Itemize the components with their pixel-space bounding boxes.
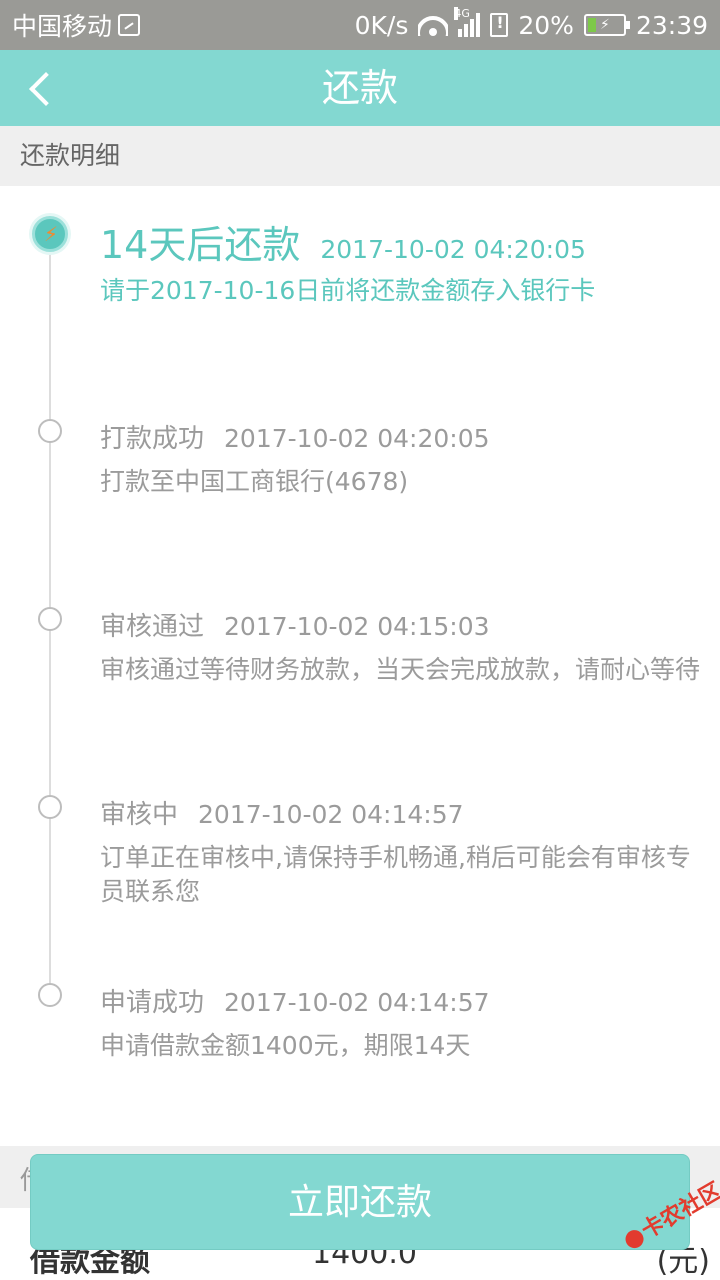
timeline-dot	[38, 607, 62, 631]
timeline-time: 2017-10-02 04:14:57	[198, 800, 464, 829]
sim-icon	[118, 14, 141, 36]
timeline-time: 2017-10-02 04:15:03	[224, 612, 490, 641]
carrier-name: 中国移动	[12, 12, 113, 41]
timeline-time: 2017-10-02 04:20:05	[320, 235, 586, 264]
timeline-title: 审核通过	[100, 612, 205, 642]
timeline-title: 申请成功	[100, 988, 205, 1018]
battery-percent: 20%	[518, 10, 574, 40]
timeline-time: 2017-10-02 04:14:57	[224, 988, 490, 1017]
sim-alert-icon	[490, 13, 509, 37]
battery-icon: ⚡	[583, 14, 630, 36]
wifi-icon	[418, 14, 449, 36]
repay-now-button[interactable]: 立即还款	[30, 1154, 690, 1250]
timeline-dot	[38, 983, 62, 1007]
timeline-desc: 申请借款金额1400元，期限14天	[100, 1031, 471, 1060]
status-right: 0K/s 4G 20% ⚡ 23:39	[355, 0, 708, 50]
net-speed: 0K/s	[354, 10, 409, 40]
timeline-desc: 请于2017-10-16日前将还款金额存入银行卡	[100, 276, 596, 305]
timeline-title: 审核中	[100, 800, 179, 830]
timeline-dot	[38, 795, 62, 819]
timeline-desc: 订单正在审核中,请保持手机畅通,稍后可能会有审核专员联系您	[100, 843, 691, 906]
status-bar: 中国移动 0K/s 4G 20% ⚡ 23:39	[0, 0, 720, 50]
timeline-time: 2017-10-02 04:20:05	[224, 424, 490, 453]
timeline-desc: 审核通过等待财务放款，当天会完成放款，请耐心等待	[100, 655, 701, 684]
timeline-dot-active: ⚡	[32, 216, 68, 252]
timeline-title: 打款成功	[100, 424, 205, 454]
status-left: 中国移动	[12, 0, 141, 50]
timeline-desc: 打款至中国工商银行(4678)	[100, 467, 409, 496]
lightning-icon: ⚡	[44, 222, 59, 246]
signal-icon: 4G	[454, 7, 481, 37]
clock: 23:39	[635, 10, 708, 40]
timeline-title: 14天后还款	[100, 223, 301, 267]
app-header: 还款	[0, 50, 720, 126]
repayment-timeline: ⚡ 14天后还款 2017-10-02 04:20:05 请于2017-10-1…	[0, 186, 720, 1146]
section-title: 还款明细	[0, 126, 720, 186]
timeline-dot	[38, 419, 62, 443]
page-title: 还款	[321, 66, 398, 110]
network-type: 4G	[454, 7, 470, 20]
